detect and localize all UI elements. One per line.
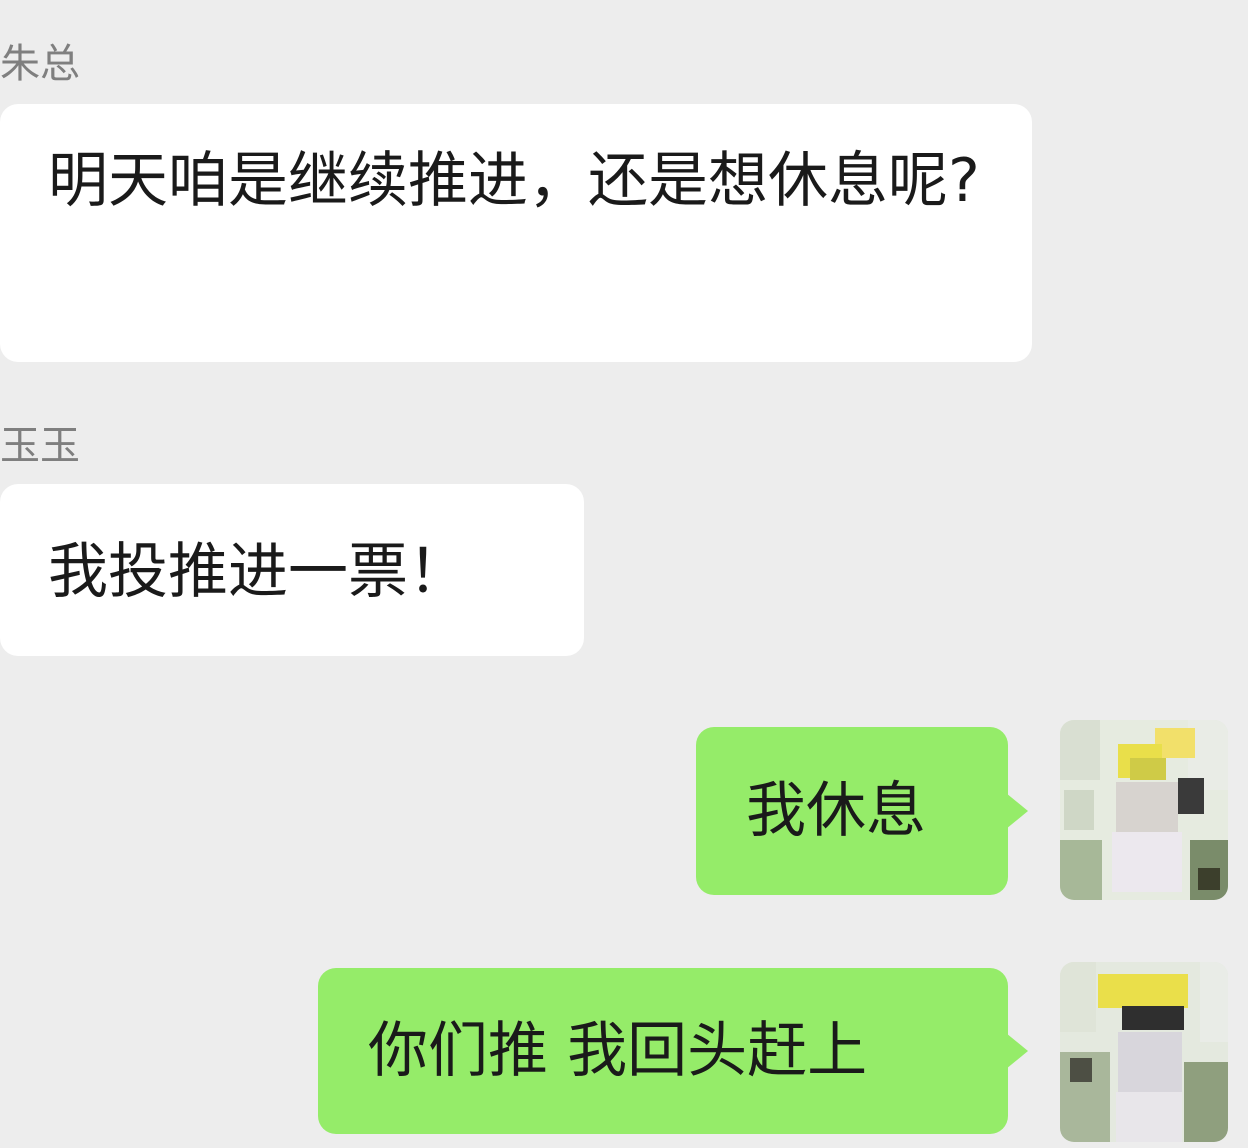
message-bubble-outgoing[interactable]: 你们推 我回头赶上 [318, 968, 1028, 1134]
message-text: 我休息 [746, 776, 926, 846]
pixelated-avatar-icon [1060, 962, 1228, 1142]
bubble-tail [1006, 1033, 1028, 1069]
message-bubble-incoming[interactable]: 我投推进一票！ [0, 484, 584, 656]
sender-name: 朱总 [0, 41, 80, 87]
avatar[interactable] [1060, 720, 1228, 900]
message-text: 我投推进一票！ [48, 537, 468, 607]
message-bubble-outgoing[interactable]: 我休息 [696, 727, 1028, 895]
sender-name: 玉玉 [0, 423, 80, 469]
message-text: 明天咱是继续推进，还是想休息呢? [48, 146, 980, 216]
message-text: 你们推 我回头赶上 [368, 1016, 868, 1086]
pixelated-avatar-icon [1060, 720, 1228, 900]
avatar[interactable] [1060, 962, 1228, 1142]
message-bubble-incoming[interactable]: 明天咱是继续推进，还是想休息呢? [0, 104, 1032, 362]
bubble-tail [1006, 793, 1028, 829]
